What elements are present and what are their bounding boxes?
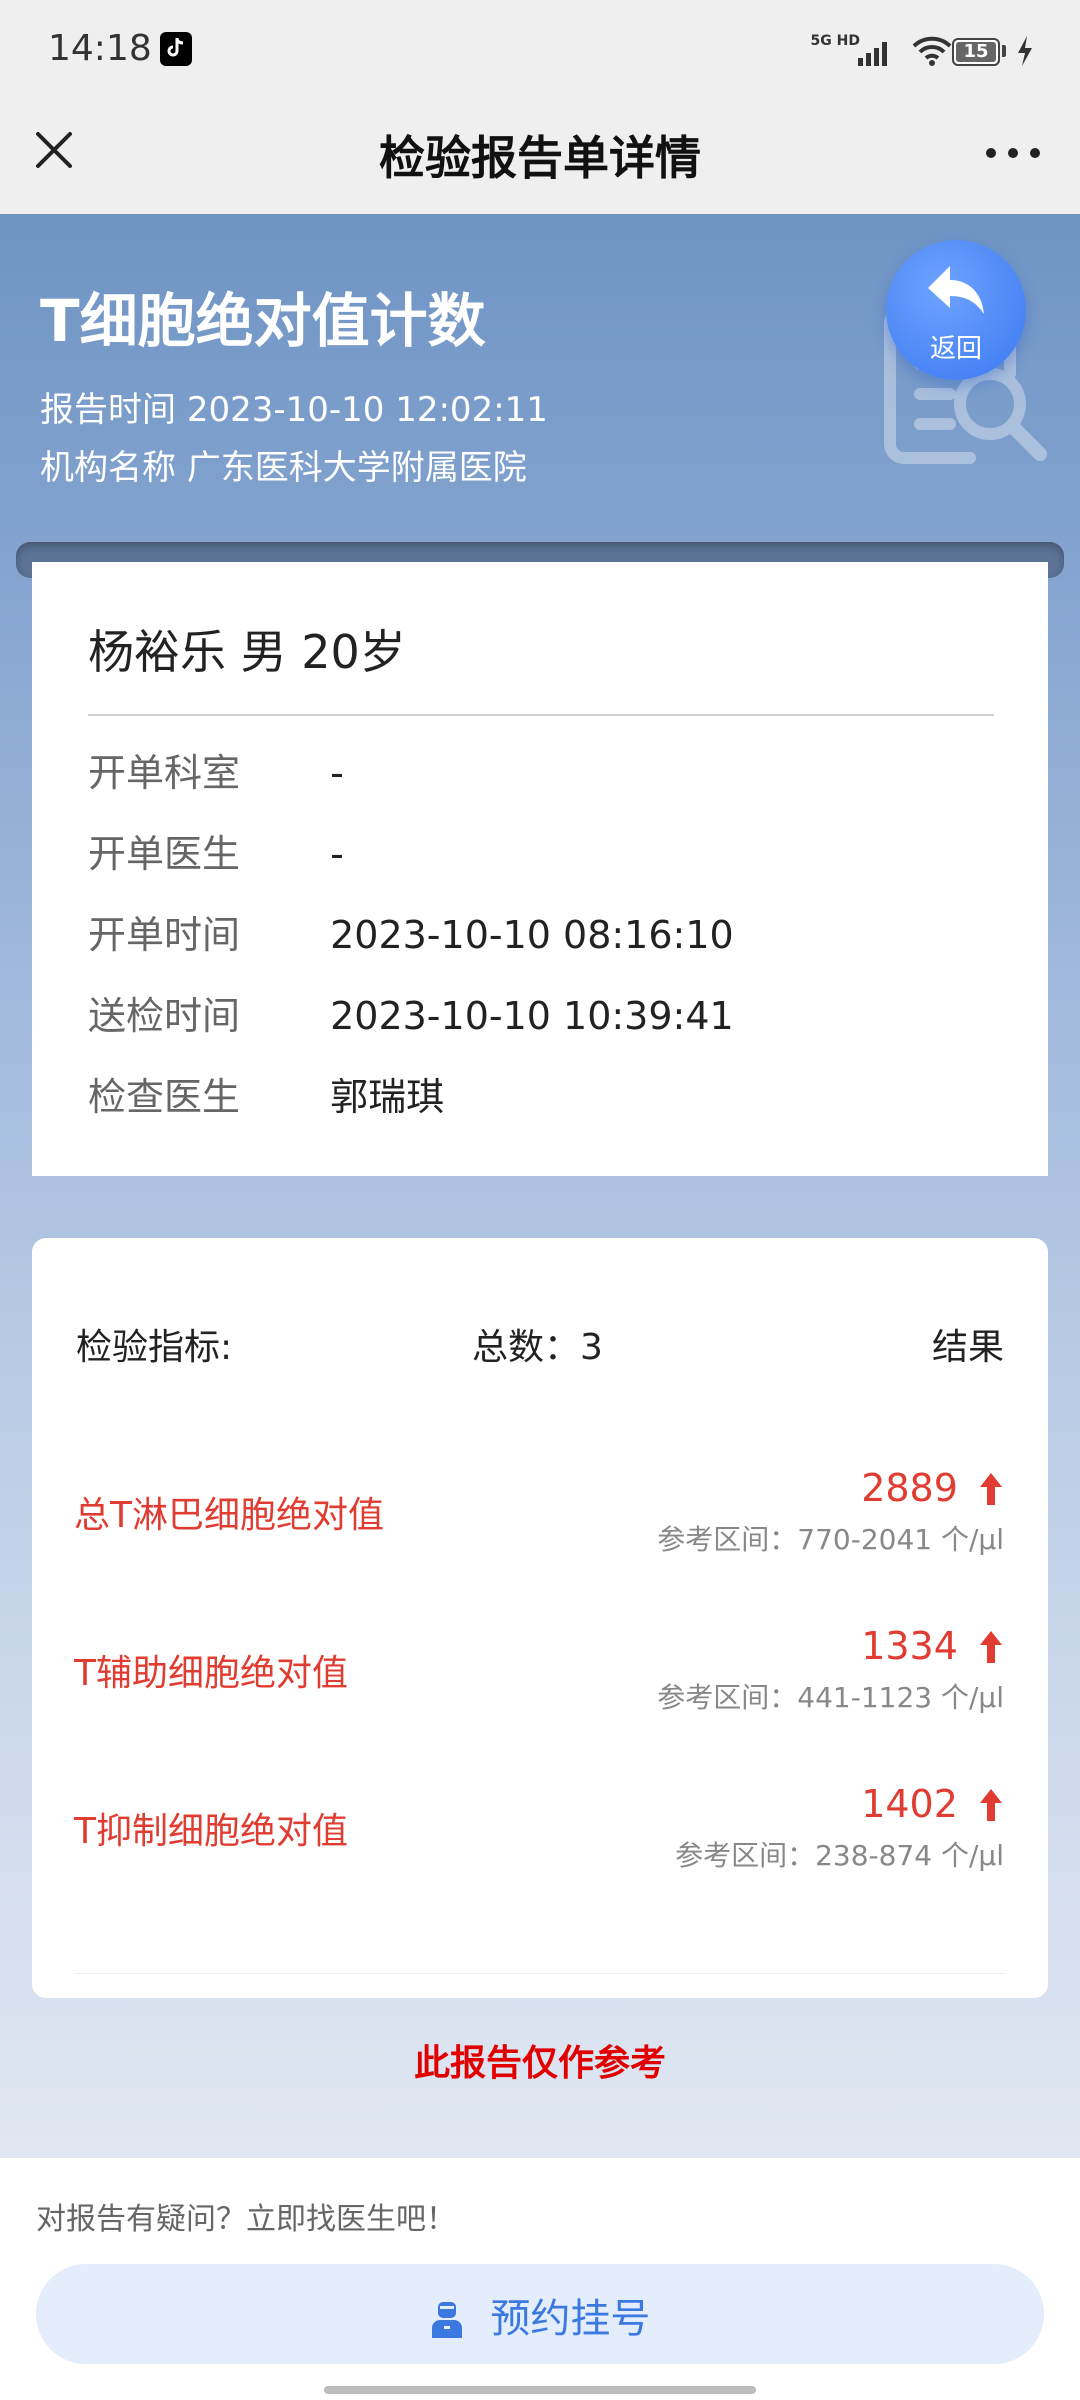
book-appointment-label: 预约挂号 [490,2296,651,2342]
info-value: 郭瑞琪 [330,1075,445,1119]
report-time-line: 报告时间 2023-10-10 12:02:11 [40,382,548,431]
report-title: T细胞绝对值计数 [40,287,486,355]
result-item-value: 1402 [861,1782,1004,1826]
info-value: 2023-10-10 08:16:10 [330,913,734,957]
battery-icon: 15 [952,38,1000,66]
result-header: 结果 [931,1327,1004,1368]
info-row-order-time: 开单时间 2023-10-10 08:16:10 [88,904,734,959]
footer: 对报告有疑问？立即找医生吧！ 预约挂号 [0,2158,1080,2400]
info-label: 检查医生 [88,1075,241,1119]
doctor-icon [431,2302,462,2338]
info-label: 开单时间 [88,913,241,957]
disclaimer-text: 此报告仅作参考 [413,2043,666,2084]
info-row-examining-doctor: 检查医生 郭瑞琪 [88,1066,444,1121]
info-label: 开单医生 [88,832,241,876]
institution-line: 机构名称 广东医科大学附属医院 [40,440,527,489]
institution-name: 广东医科大学附属医院 [186,448,527,488]
info-label: 送检时间 [88,994,241,1038]
return-arrow-icon [928,266,984,314]
network-label: 5G HD [810,33,860,49]
results-card: 检验指标: 总数：3 结果 总T淋巴细胞绝对值 2889 参考区间：770-20… [32,1238,1048,1998]
battery-level: 15 [963,41,989,62]
wifi-icon [912,36,952,66]
result-value-number: 2889 [861,1466,958,1510]
result-item-name[interactable]: T抑制细胞绝对值 [74,1802,348,1854]
result-reference-range: 参考区间：441-1123 个/μl [657,1681,1004,1714]
arrow-up-icon [980,1789,1002,1821]
signal-icon [858,42,887,66]
arrow-up-icon [980,1631,1002,1663]
divider [74,1973,1006,1974]
info-label: 开单科室 [88,751,241,795]
book-appointment-button[interactable]: 预约挂号 [36,2264,1044,2364]
back-button[interactable]: 返回 [886,240,1026,380]
page-title: 检验报告单详情 [379,131,701,185]
patient-summary: 杨裕乐 男 20岁 [88,625,406,679]
result-item-name[interactable]: T辅助细胞绝对值 [74,1644,348,1696]
report-time-label: 报告时间 [40,390,176,430]
footer-hint: 对报告有疑问？立即找医生吧！ [36,2202,456,2237]
institution-label: 机构名称 [40,448,176,488]
info-value: 2023-10-10 10:39:41 [330,994,734,1038]
home-indicator[interactable] [324,2386,756,2394]
status-time: 14:18 [48,28,152,69]
info-value: - [330,832,344,876]
result-value-number: 1334 [861,1624,958,1668]
arrow-up-icon [980,1473,1002,1505]
divider [88,714,994,716]
result-item-value: 2889 [861,1466,1004,1510]
total-count: 总数：3 [472,1327,603,1368]
result-reference-range: 参考区间：770-2041 个/μl [657,1523,1004,1556]
result-reference-range: 参考区间：238-874 个/μl [675,1839,1004,1872]
info-value: - [330,751,344,795]
charging-bolt-icon [1018,36,1032,66]
info-row-submit-time: 送检时间 2023-10-10 10:39:41 [88,985,734,1040]
result-item-value: 1334 [861,1624,1004,1668]
result-item-name[interactable]: 总T淋巴细胞绝对值 [74,1486,384,1538]
tiktok-notification-icon [160,32,192,66]
indicator-header: 检验指标: [76,1327,233,1368]
back-label: 返回 [929,334,982,364]
report-time: 2023-10-10 12:02:11 [186,390,548,430]
title-bar: 检验报告单详情 [0,100,1080,214]
result-value-number: 1402 [861,1782,958,1826]
patient-info-card: 杨裕乐 男 20岁 开单科室 - 开单医生 - 开单时间 2023-10-10 … [32,562,1048,1176]
status-bar: 14:18 5G HD 15 [0,0,1080,100]
more-options-icon[interactable] [986,146,1042,160]
info-row-ordering-doctor: 开单医生 - [88,823,344,878]
info-row-department: 开单科室 - [88,742,344,797]
